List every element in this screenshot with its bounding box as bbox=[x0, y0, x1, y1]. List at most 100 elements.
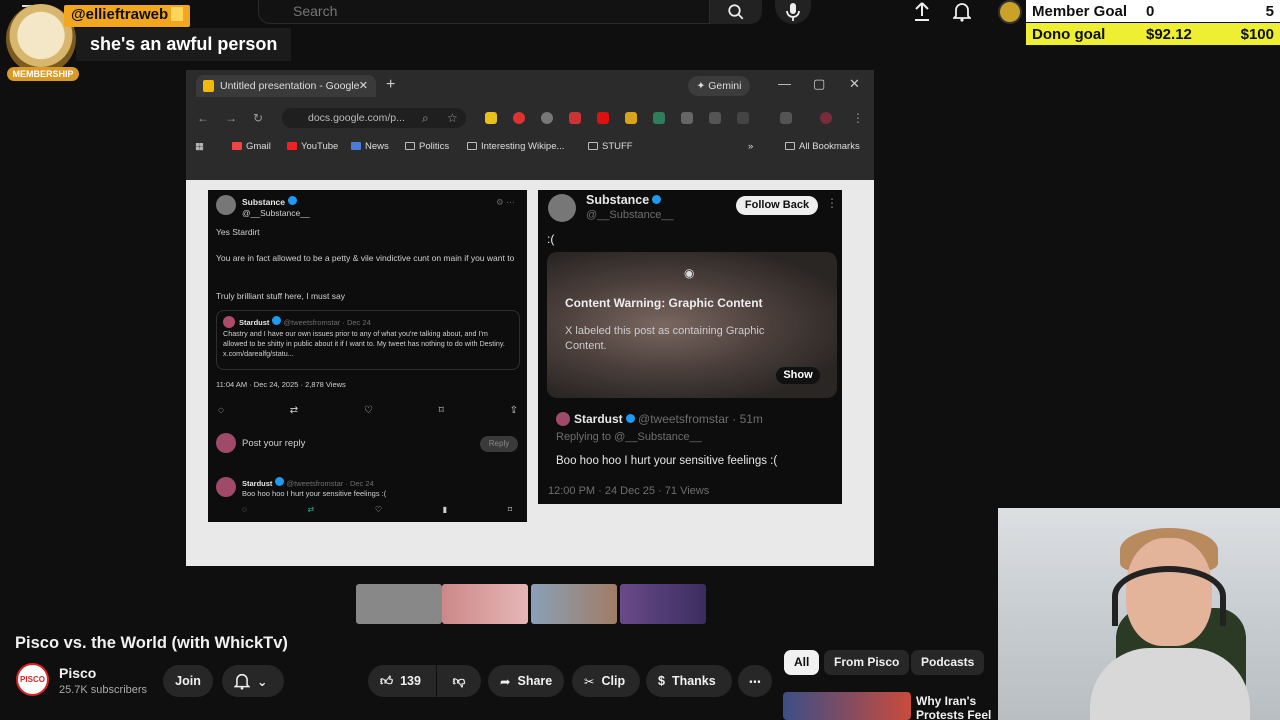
tweet-more-icon[interactable]: ⚙ ⋯ bbox=[496, 196, 514, 208]
bookmark-interesting[interactable]: Interesting Wikipe... bbox=[467, 141, 564, 152]
chat-message: she's an awful person bbox=[76, 28, 292, 61]
bookmark-news[interactable]: News bbox=[351, 141, 389, 152]
upload-button[interactable] bbox=[910, 0, 934, 24]
bookmark-youtube[interactable]: YouTube bbox=[287, 141, 338, 152]
channel-avatar[interactable]: PISCO bbox=[16, 663, 49, 696]
video-thumbnail[interactable] bbox=[356, 584, 442, 624]
recommended-thumbnail[interactable] bbox=[783, 692, 911, 720]
dono-goal: Dono goal $92.12 $100 bbox=[1026, 23, 1280, 45]
extension-icon[interactable] bbox=[653, 112, 665, 124]
channel-name[interactable]: Pisco bbox=[59, 665, 96, 681]
reply-text: Boo hoo hoo I hurt your sensitive feelin… bbox=[556, 455, 778, 467]
extensions-puzzle-icon[interactable] bbox=[737, 112, 749, 124]
apps-grid-icon[interactable]: ▦ bbox=[195, 141, 204, 152]
browser-tab[interactable]: Untitled presentation - Google ✕ bbox=[196, 75, 376, 97]
close-tab-icon[interactable]: ✕ bbox=[359, 79, 368, 92]
retweet-icon[interactable]: ⇄ bbox=[307, 504, 314, 516]
extension-icon[interactable] bbox=[625, 112, 637, 124]
thanks-button[interactable]: $ Thanks bbox=[646, 665, 732, 697]
share-button[interactable]: ➦ Share bbox=[488, 665, 564, 697]
dislike-button[interactable]: 👎︎ bbox=[437, 665, 481, 697]
tweet-author-name: Substance bbox=[586, 193, 650, 207]
bookmark-politics[interactable]: Politics bbox=[405, 141, 449, 152]
recommended-title[interactable]: Why Iran's Protests Feel bbox=[916, 694, 996, 720]
notifications-button[interactable] bbox=[950, 0, 974, 24]
thumbs-down-icon: 👎︎ bbox=[452, 673, 466, 688]
gemini-button[interactable]: ✦ Gemini bbox=[688, 76, 750, 96]
tweet-author-handle: @__Substance__ bbox=[586, 209, 674, 221]
extension-icon[interactable] bbox=[541, 112, 553, 124]
search-input[interactable] bbox=[259, 0, 709, 19]
reply-icon[interactable]: ◌ bbox=[218, 405, 224, 417]
show-media-button[interactable]: Show bbox=[776, 367, 820, 384]
video-title: Pisco vs. the World (with WhickTv) bbox=[15, 634, 288, 652]
search-button[interactable] bbox=[710, 0, 762, 24]
back-icon[interactable]: ← bbox=[197, 111, 209, 125]
close-window-icon[interactable]: ✕ bbox=[849, 76, 860, 92]
member-goal-target: 5 bbox=[1265, 2, 1274, 20]
extension-icon[interactable] bbox=[681, 112, 693, 124]
notifications-dropdown[interactable]: ⌄ bbox=[222, 665, 284, 697]
clip-button[interactable]: ✂ Clip bbox=[572, 665, 640, 697]
follow-back-button[interactable]: Follow Back bbox=[736, 196, 818, 215]
thumbs-up-icon: 👍︎ bbox=[380, 673, 394, 688]
reply-input[interactable]: Post your reply bbox=[242, 438, 305, 450]
extension-icon[interactable] bbox=[569, 112, 581, 124]
avatar bbox=[548, 194, 576, 222]
video-thumbnail[interactable] bbox=[442, 584, 528, 624]
minimize-icon[interactable]: — bbox=[778, 76, 791, 91]
share-icon: ➦ bbox=[500, 674, 511, 689]
search-box[interactable] bbox=[258, 0, 710, 24]
like-icon[interactable]: ♡ bbox=[364, 405, 373, 417]
share-icon[interactable]: ⇪ bbox=[510, 405, 518, 417]
profile-icon[interactable] bbox=[820, 112, 832, 124]
join-button[interactable]: Join bbox=[163, 665, 213, 697]
tweet-text: Yes Stardirt bbox=[216, 227, 260, 237]
reply-author-handle: @tweetsfromstar · Dec 24 bbox=[286, 479, 374, 488]
reload-icon[interactable]: ↻ bbox=[253, 111, 263, 125]
extension-icon[interactable] bbox=[513, 112, 525, 124]
forward-icon[interactable]: → bbox=[225, 111, 237, 125]
tweet-author-name: Substance bbox=[242, 197, 285, 207]
chip-all[interactable]: All bbox=[784, 650, 820, 675]
reply-author-name: Stardust bbox=[574, 412, 623, 426]
voice-search-button[interactable] bbox=[775, 0, 811, 24]
bookmark-icon[interactable]: ⌑ bbox=[439, 405, 444, 417]
bookmarks-overflow-icon[interactable]: » bbox=[748, 141, 753, 152]
bookmark-icon[interactable]: ⌑ bbox=[508, 504, 512, 516]
member-goal-label: Member Goal bbox=[1032, 2, 1128, 20]
search-icon bbox=[728, 4, 744, 20]
all-bookmarks[interactable]: All Bookmarks bbox=[785, 141, 860, 152]
reply-button[interactable]: Reply bbox=[480, 436, 518, 452]
eye-icon: ◉ bbox=[684, 266, 695, 280]
chevron-down-icon: ⌄ bbox=[257, 674, 268, 689]
quote-author-handle: @tweetsfromstar · Dec 24 bbox=[283, 318, 371, 327]
membership-badge: MEMBERSHIP bbox=[7, 67, 79, 81]
retweet-icon[interactable]: ⇄ bbox=[290, 405, 298, 417]
reply-icon[interactable]: ◌ bbox=[242, 504, 247, 516]
sidepanel-icon[interactable] bbox=[780, 112, 792, 124]
like-button[interactable]: 👍︎ 139 bbox=[368, 665, 436, 697]
tweet-more-icon[interactable]: ⋮ bbox=[826, 196, 838, 210]
extension-icon[interactable] bbox=[709, 112, 721, 124]
chip-from-pisco[interactable]: From Pisco bbox=[824, 650, 910, 675]
user-avatar[interactable] bbox=[998, 0, 1022, 24]
more-actions-button[interactable]: ⋯ bbox=[738, 665, 772, 697]
maximize-icon[interactable]: ▢ bbox=[813, 76, 825, 92]
tweet-author-handle: @__Substance__ bbox=[242, 208, 310, 218]
subscriber-count: 25.7K subscribers bbox=[59, 684, 148, 696]
address-bar[interactable]: docs.google.com/p... bbox=[282, 108, 466, 128]
video-thumbnail[interactable] bbox=[620, 584, 706, 624]
extension-icon[interactable] bbox=[597, 112, 609, 124]
bookmark-stuff[interactable]: STUFF bbox=[588, 141, 633, 152]
member-goal: Member Goal 0 5 bbox=[1026, 0, 1280, 22]
bookmark-star-icon[interactable]: ☆ bbox=[447, 111, 458, 125]
new-tab-button[interactable]: + bbox=[386, 76, 395, 94]
browser-menu-icon[interactable]: ⋮ bbox=[852, 111, 864, 125]
bookmark-gmail[interactable]: Gmail bbox=[232, 141, 271, 152]
avatar bbox=[556, 412, 570, 426]
video-thumbnail[interactable] bbox=[531, 584, 617, 624]
chip-podcasts[interactable]: Podcasts bbox=[911, 650, 985, 675]
extension-icon[interactable] bbox=[485, 112, 497, 124]
like-icon[interactable]: ♡ bbox=[375, 504, 382, 516]
